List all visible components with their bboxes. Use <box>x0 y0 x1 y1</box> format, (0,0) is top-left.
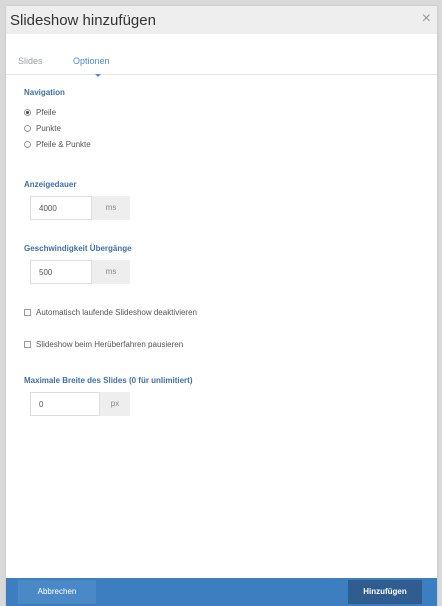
display-duration-group: 4000 ms <box>30 196 130 220</box>
checkbox-label: Automatisch laufende Slideshow deaktivie… <box>36 308 197 317</box>
active-tab-indicator <box>95 74 101 77</box>
checkbox[interactable] <box>24 341 31 348</box>
radio-label: Pfeile <box>36 108 57 117</box>
radio-option-punkte[interactable]: Punkte <box>24 124 61 133</box>
tab-slides[interactable]: Slides <box>18 56 43 66</box>
max-width-heading: Maximale Breite des Slides (0 für unlimi… <box>24 376 193 385</box>
checkbox-disable-autoplay[interactable]: Automatisch laufende Slideshow deaktivie… <box>24 308 197 317</box>
radio-button[interactable] <box>24 141 31 148</box>
dialog-title-bar: Slideshow hinzufügen × <box>6 6 437 34</box>
close-icon[interactable]: × <box>422 10 431 28</box>
radio-option-pfeile-punkte[interactable]: Pfeile & Punkte <box>24 140 91 149</box>
radio-option-pfeile[interactable]: Pfeile <box>24 108 56 117</box>
navigation-heading: Navigation <box>24 88 65 97</box>
checkbox-label: Slideshow beim Herüberfahren pausieren <box>36 340 184 349</box>
checkbox[interactable] <box>24 309 31 316</box>
dialog-title: Slideshow hinzufügen <box>10 12 156 29</box>
max-width-unit: px <box>100 392 130 416</box>
transition-speed-group: 500 ms <box>30 260 130 284</box>
display-duration-input[interactable]: 4000 <box>30 196 92 220</box>
radio-label: Punkte <box>36 124 61 133</box>
transition-speed-heading: Geschwindigkeit Übergänge <box>24 244 132 253</box>
tab-optionen[interactable]: Optionen <box>73 56 110 66</box>
transition-speed-input[interactable]: 500 <box>30 260 92 284</box>
radio-label: Pfeile & Punkte <box>36 140 91 149</box>
display-duration-heading: Anzeigedauer <box>24 180 77 189</box>
radio-button[interactable] <box>24 109 31 116</box>
slideshow-dialog: Slideshow hinzufügen × Slides Optionen N… <box>6 6 437 606</box>
radio-button[interactable] <box>24 125 31 132</box>
transition-speed-unit: ms <box>92 260 130 284</box>
max-width-group: 0 px <box>30 392 130 416</box>
dialog-footer: Abbrechen Hinzufügen <box>6 578 437 606</box>
tab-bar: Slides Optionen <box>6 50 437 75</box>
display-duration-unit: ms <box>92 196 130 220</box>
checkbox-pause-on-hover[interactable]: Slideshow beim Herüberfahren pausieren <box>24 340 183 349</box>
max-width-input[interactable]: 0 <box>30 392 100 416</box>
add-button[interactable]: Hinzufügen <box>348 580 422 604</box>
cancel-button[interactable]: Abbrechen <box>18 580 96 604</box>
